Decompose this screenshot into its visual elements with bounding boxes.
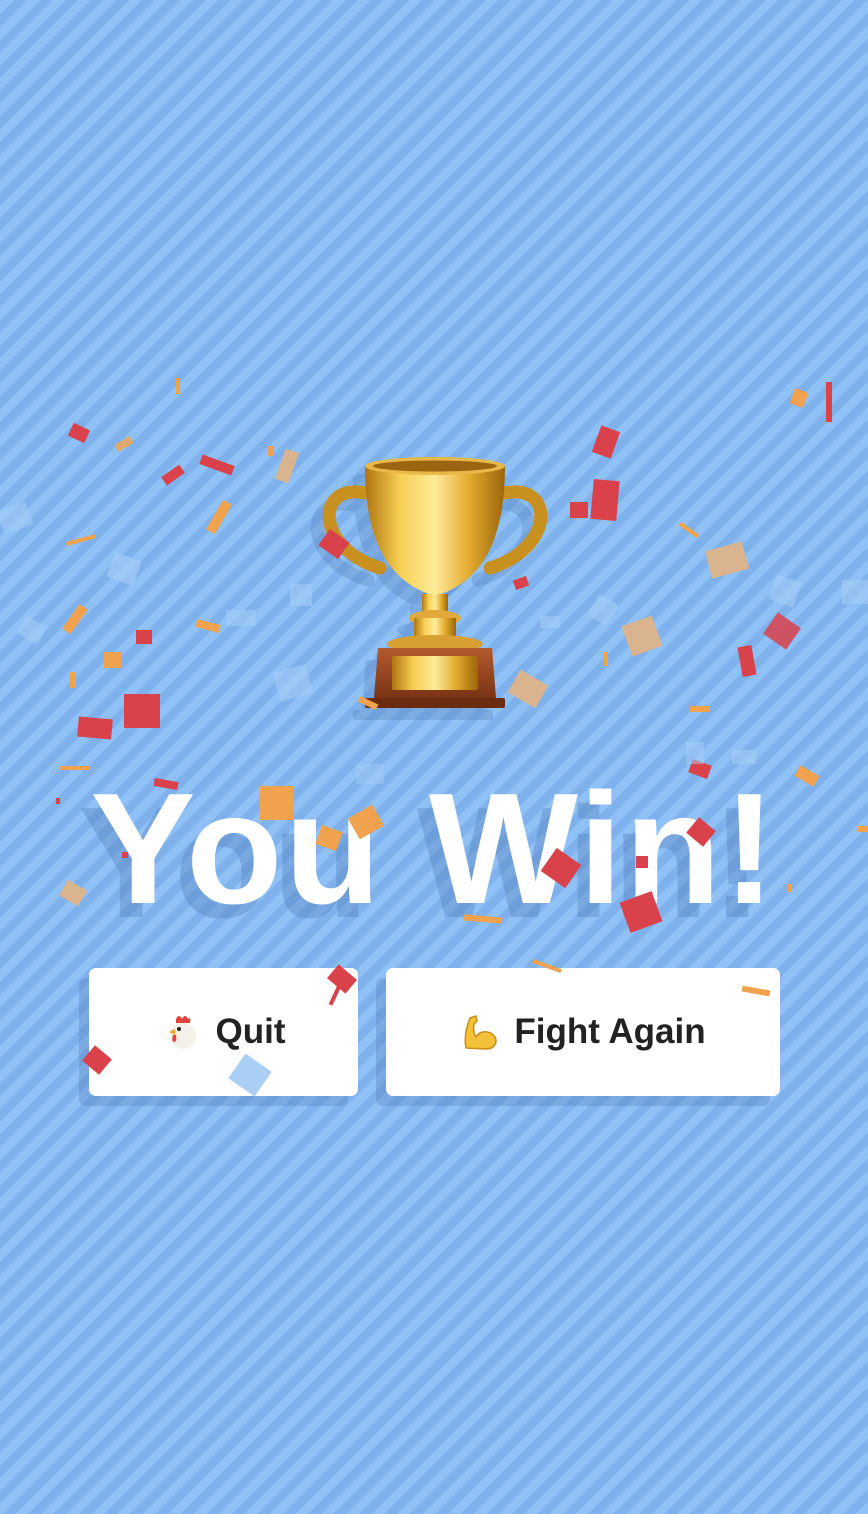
trophy-icon xyxy=(322,457,548,708)
win-title: You Win! xyxy=(90,761,778,937)
confetti-overlay xyxy=(0,378,868,1097)
win-screen: You Win! Quit Fight Again xyxy=(0,0,868,1514)
fight-again-button[interactable]: Fight Again xyxy=(386,968,780,1096)
quit-button[interactable]: Quit xyxy=(89,968,358,1096)
chicken-icon xyxy=(168,1016,196,1049)
flexed-biceps-icon xyxy=(464,1015,498,1050)
quit-button-label: Quit xyxy=(215,1012,286,1051)
fight-again-button-label: Fight Again xyxy=(514,1012,706,1051)
